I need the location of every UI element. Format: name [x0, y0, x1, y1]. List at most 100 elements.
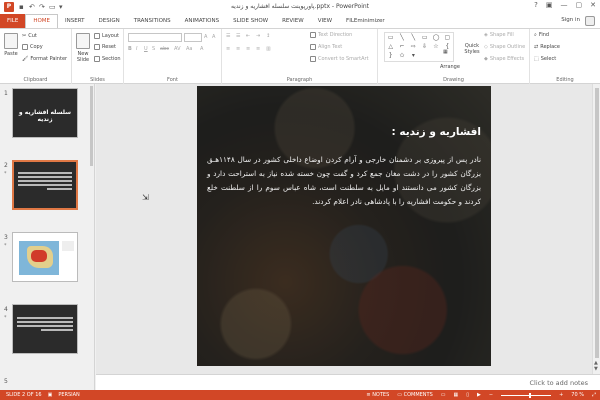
align-text-button[interactable]: Align Text: [310, 44, 342, 50]
reset-button[interactable]: Reset: [94, 44, 116, 50]
find-button[interactable]: ⌕ Find: [534, 32, 549, 38]
next-slide-icon[interactable]: ▼: [594, 366, 598, 372]
bold-icon[interactable]: B: [128, 46, 132, 52]
layout-button[interactable]: Layout: [94, 33, 119, 39]
slide-thumbnail-4[interactable]: [12, 304, 78, 354]
increase-indent-icon[interactable]: ⇥: [256, 33, 260, 39]
zoom-in-icon[interactable]: +: [559, 392, 563, 398]
slide-scrollbar[interactable]: ▲ ▼: [592, 84, 600, 374]
reading-view-icon[interactable]: ▯: [466, 392, 469, 398]
font-color-icon[interactable]: A: [200, 46, 203, 52]
align-center-icon[interactable]: ≡: [236, 46, 240, 52]
shapes-gallery[interactable]: ▭ ╲ ╲ ▭ ◯ ▢ △ ⌐ ⇨ ⇩ ☆ { } ✩ ▾: [384, 32, 454, 62]
rectangle-shape-icon[interactable]: ▢: [442, 33, 453, 42]
oval-shape-icon[interactable]: ◯: [430, 33, 441, 42]
replace-button[interactable]: ⇄ Replace: [534, 44, 560, 50]
tab-animations[interactable]: ANIMATIONS: [178, 14, 227, 28]
tab-view[interactable]: VIEW: [311, 14, 339, 28]
slideshow-view-icon[interactable]: ▶: [477, 392, 481, 398]
zoom-level[interactable]: 70 %: [571, 392, 584, 398]
ribbon-display-icon[interactable]: ▣: [546, 1, 553, 9]
slide-title[interactable]: افشاریه و زندیه :: [391, 126, 481, 138]
arrow-shape-icon[interactable]: ⇩: [419, 42, 430, 51]
curly-brace-shape-icon[interactable]: }: [385, 52, 396, 61]
tab-home[interactable]: HOME: [25, 14, 59, 28]
notes-button[interactable]: ≡ NOTES: [366, 392, 389, 398]
triangle-shape-icon[interactable]: △: [385, 42, 396, 51]
tab-fileminimizer[interactable]: FILEminimizer: [339, 14, 392, 28]
numbering-icon[interactable]: ☰: [236, 33, 240, 39]
spellcheck-icon[interactable]: ▣: [48, 392, 53, 398]
italic-icon[interactable]: I: [136, 46, 137, 52]
textbox-shape-icon[interactable]: ▭: [385, 33, 396, 42]
change-case-icon[interactable]: Aa: [186, 46, 192, 52]
zoom-slider[interactable]: [501, 392, 552, 398]
normal-view-icon[interactable]: ▭: [441, 392, 446, 398]
columns-icon[interactable]: ▥: [266, 46, 271, 52]
help-icon[interactable]: ?: [534, 1, 538, 9]
line-shape-icon[interactable]: ╲: [408, 33, 419, 42]
zoom-out-icon[interactable]: −: [489, 392, 493, 398]
avatar[interactable]: [585, 16, 595, 26]
zoom-slider-thumb[interactable]: [529, 392, 532, 398]
align-right-icon[interactable]: ≡: [246, 46, 250, 52]
decrease-indent-icon[interactable]: ⇤: [246, 33, 250, 39]
slide-thumbnail-1[interactable]: سلسله افشاریه و زندیه: [12, 88, 78, 138]
slide-scroll-thumb[interactable]: [595, 88, 599, 358]
paste-button[interactable]: Paste: [4, 33, 18, 57]
new-slide-button[interactable]: New Slide: [74, 33, 92, 63]
strikethrough-icon[interactable]: abc: [160, 46, 169, 52]
font-size-select[interactable]: [184, 33, 202, 42]
tab-insert[interactable]: INSERT: [58, 14, 91, 28]
slide-sorter-icon[interactable]: ▦: [454, 392, 459, 398]
tab-file[interactable]: FILE: [0, 14, 26, 28]
fit-to-window-icon[interactable]: ⤢: [592, 392, 596, 398]
shape-fill-button[interactable]: ◈ Shape Fill: [484, 32, 514, 38]
line-spacing-icon[interactable]: ↕: [266, 33, 270, 39]
slide-thumbnail-3[interactable]: [12, 232, 78, 282]
thumbnail-scrollbar[interactable]: [89, 84, 94, 390]
arrange-button[interactable]: Arrange: [440, 64, 460, 70]
arrow-shape-icon[interactable]: ⇨: [408, 42, 419, 51]
select-button[interactable]: ⬚ Select: [534, 56, 556, 62]
rectangle-shape-icon[interactable]: ▭: [419, 33, 430, 42]
format-painter-button[interactable]: 🖌 Format Painter: [22, 56, 67, 62]
grow-font-icon[interactable]: A: [204, 34, 207, 40]
align-left-icon[interactable]: ≡: [226, 46, 230, 52]
copy-button[interactable]: Copy: [22, 44, 43, 50]
shadow-icon[interactable]: S: [152, 46, 155, 52]
close-icon[interactable]: ✕: [590, 1, 596, 9]
maximize-icon[interactable]: ▢: [576, 1, 583, 9]
tab-transitions[interactable]: TRANSITIONS: [127, 14, 178, 28]
star-shape-icon[interactable]: ✩: [396, 52, 407, 61]
convert-smartart-button[interactable]: Convert to SmartArt: [310, 56, 369, 62]
line-shape-icon[interactable]: ⌐: [396, 42, 407, 51]
text-direction-button[interactable]: Text Direction: [310, 32, 352, 38]
slide-thumbnail-2[interactable]: [12, 160, 78, 210]
tab-slide-show[interactable]: SLIDE SHOW: [226, 14, 275, 28]
notes-pane[interactable]: Click to add notes: [96, 374, 600, 390]
comments-button[interactable]: ▭ COMMENTS: [397, 392, 433, 398]
current-slide[interactable]: افشاریه و زندیه : نادر پس از پیروزی بر د…: [197, 86, 491, 366]
shrink-font-icon[interactable]: A: [212, 34, 215, 40]
more-shapes-icon[interactable]: ▾: [408, 52, 419, 61]
font-name-select[interactable]: [128, 33, 182, 42]
shape-effects-button[interactable]: ◆ Shape Effects: [484, 56, 524, 62]
underline-icon[interactable]: U: [144, 46, 148, 52]
tab-review[interactable]: REVIEW: [275, 14, 311, 28]
character-spacing-icon[interactable]: AV: [174, 46, 181, 52]
section-button[interactable]: Section: [94, 56, 121, 62]
quick-styles-button[interactable]: Quick Styles: [463, 43, 481, 55]
justify-icon[interactable]: ≡: [256, 46, 260, 52]
tab-design[interactable]: DESIGN: [92, 14, 127, 28]
language-indicator[interactable]: PERSIAN: [58, 392, 79, 398]
bullets-icon[interactable]: ☰: [226, 33, 230, 39]
star-shape-icon[interactable]: ☆: [430, 42, 441, 51]
slide-body-text[interactable]: نادر پس از پیروزی بر دشمنان خارجی و آرام…: [207, 153, 481, 209]
line-shape-icon[interactable]: ╲: [396, 33, 407, 42]
minimize-icon[interactable]: —: [561, 1, 568, 9]
sign-in-link[interactable]: Sign in: [561, 17, 580, 23]
shape-outline-button[interactable]: ◇ Shape Outline: [484, 44, 525, 50]
cut-button[interactable]: ✂ Cut: [22, 33, 37, 39]
thumbnail-scroll-thumb[interactable]: [90, 86, 93, 166]
